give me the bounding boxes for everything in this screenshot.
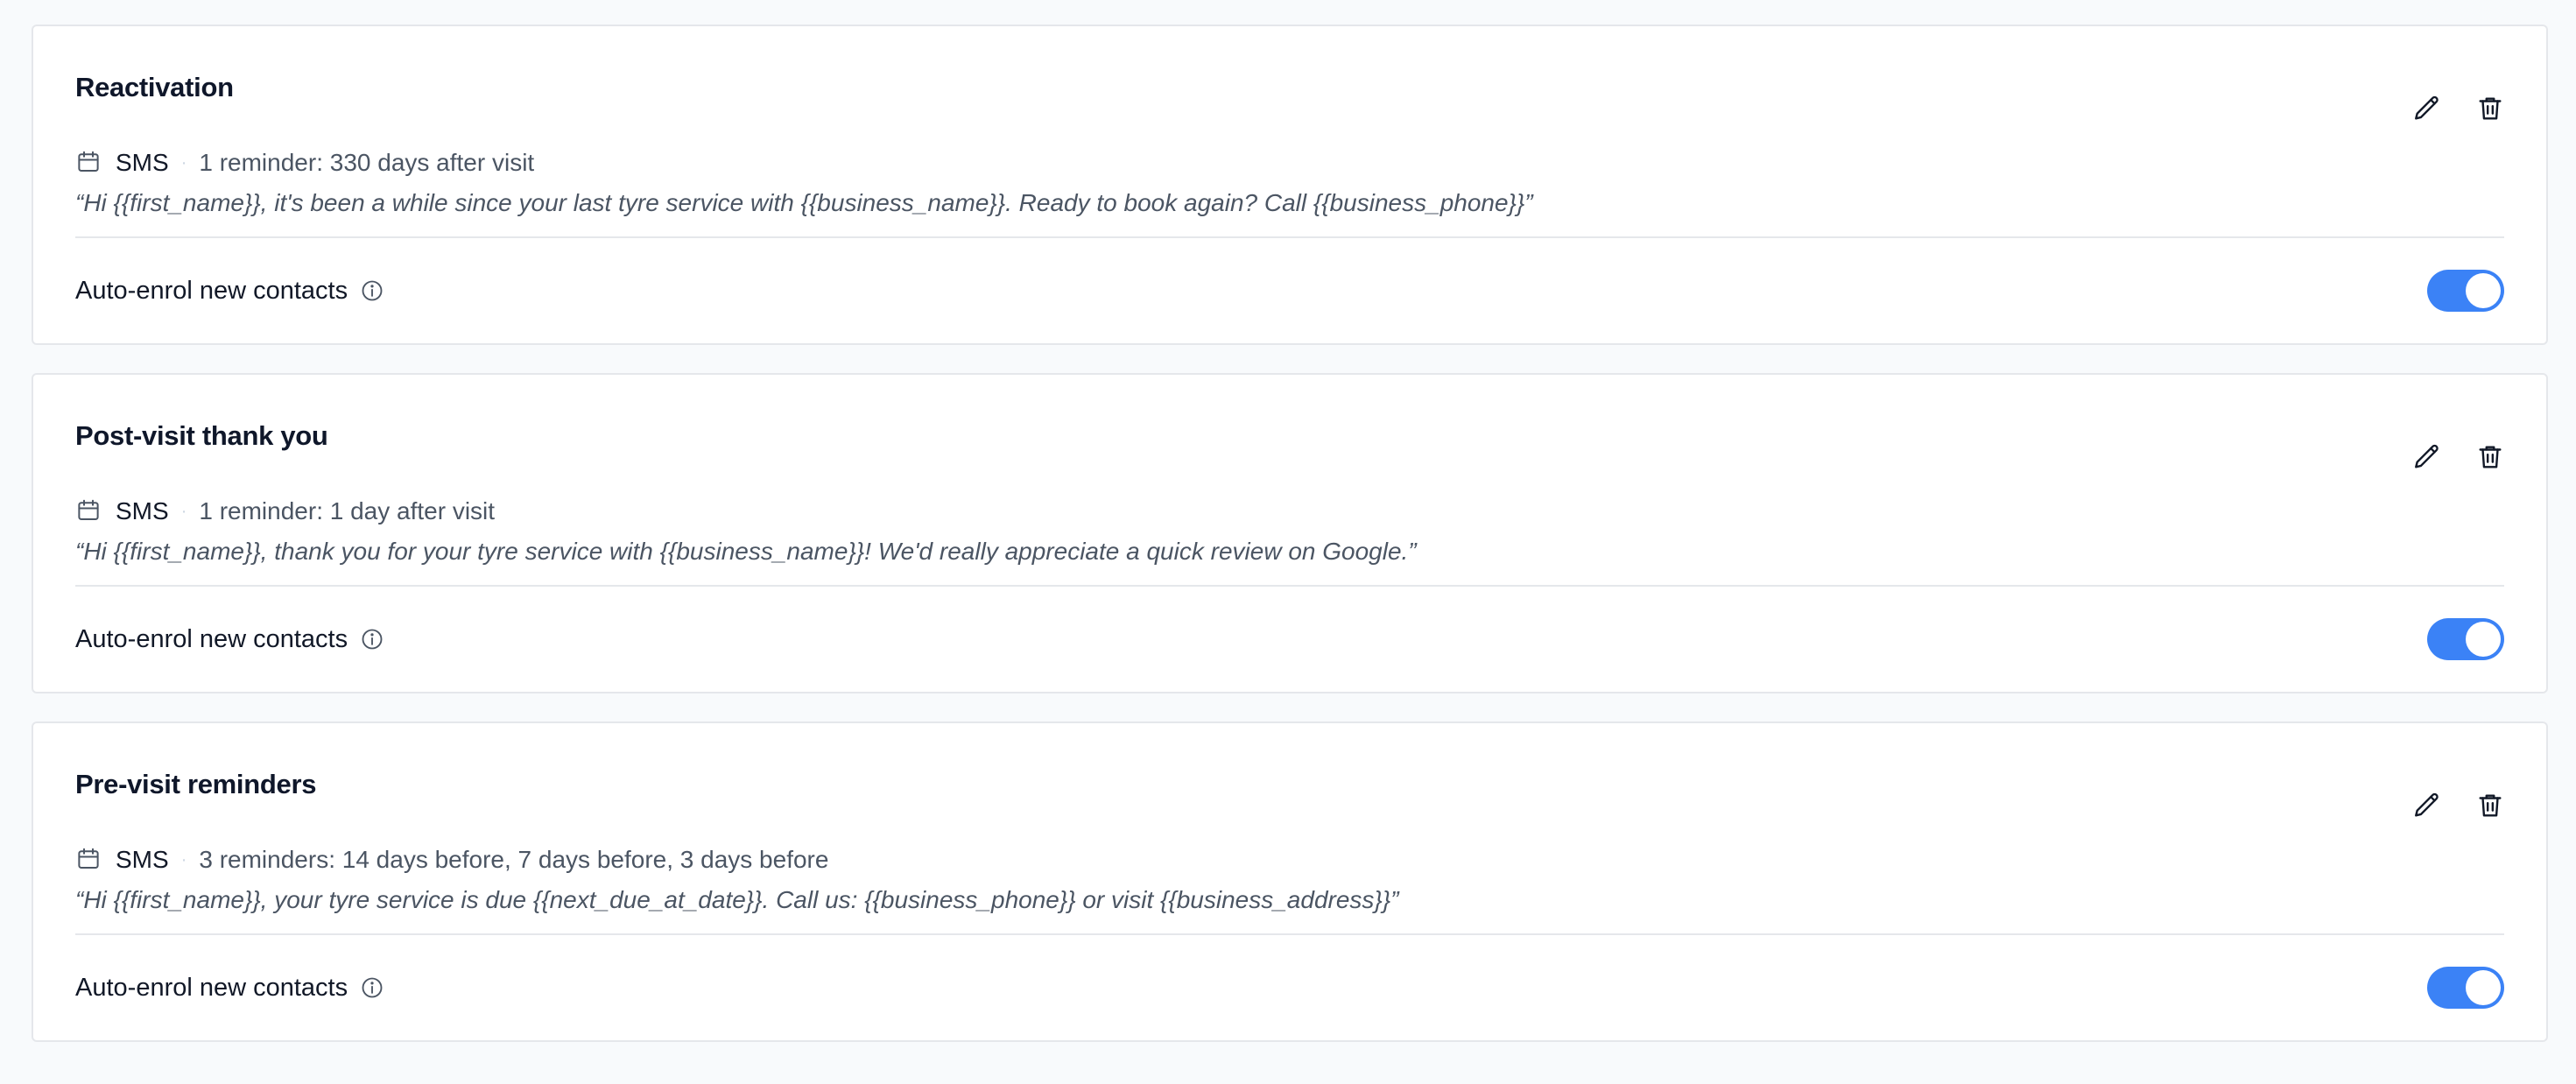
delete-button[interactable]	[2474, 93, 2506, 124]
card-actions	[2411, 790, 2506, 821]
info-icon[interactable]	[360, 278, 384, 303]
toggle-knob	[2466, 273, 2501, 308]
info-icon[interactable]	[360, 975, 384, 1000]
schedule-text: 1 reminder: 1 day after visit	[199, 497, 496, 524]
auto-enrol-label-group: Auto-enrol new contacts	[75, 974, 384, 1003]
auto-enrol-label-group: Auto-enrol new contacts	[75, 277, 384, 306]
message-preview: “Hi {{first_name}}, your tyre service is…	[75, 886, 1399, 913]
auto-enrol-toggle[interactable]	[2427, 618, 2504, 660]
auto-enrol-row: Auto-enrol new contacts	[75, 960, 2504, 1016]
auto-enrol-label: Auto-enrol new contacts	[75, 973, 348, 1002]
toggle-knob	[2466, 970, 2501, 1005]
calendar-icon	[75, 846, 103, 874]
campaign-card-reactivation: Reactivation SMS · 1 reminder: 330 days …	[32, 25, 2548, 345]
separator-dot: ·	[180, 849, 187, 869]
delete-button[interactable]	[2474, 790, 2506, 821]
trash-icon	[2479, 794, 2502, 817]
campaign-title: Post-visit thank you	[75, 420, 328, 451]
trash-icon	[2479, 97, 2502, 120]
auto-enrol-row: Auto-enrol new contacts	[75, 263, 2504, 319]
schedule-text: 3 reminders: 14 days before, 7 days befo…	[199, 846, 829, 873]
schedule-text: 1 reminder: 330 days after visit	[199, 149, 535, 176]
campaign-meta: SMS · 1 reminder: 330 days after visit	[75, 145, 534, 180]
auto-enrol-label: Auto-enrol new contacts	[75, 276, 348, 305]
auto-enrol-toggle[interactable]	[2427, 967, 2504, 1009]
channel-label: SMS	[116, 846, 169, 873]
card-actions	[2411, 93, 2506, 124]
edit-button[interactable]	[2411, 790, 2443, 821]
campaign-card-pre-visit: Pre-visit reminders SMS · 3 reminders: 1…	[32, 721, 2548, 1042]
campaign-meta: SMS · 1 reminder: 1 day after visit	[75, 494, 495, 529]
auto-enrol-label-group: Auto-enrol new contacts	[75, 625, 384, 654]
campaign-title: Reactivation	[75, 72, 234, 102]
edit-button[interactable]	[2411, 93, 2443, 124]
separator-dot: ·	[180, 501, 187, 521]
campaign-list: Reactivation SMS · 1 reminder: 330 days …	[0, 0, 2576, 1084]
divider	[75, 236, 2504, 238]
channel-label: SMS	[116, 497, 169, 524]
info-icon[interactable]	[360, 627, 384, 651]
separator-dot: ·	[180, 152, 187, 172]
message-preview: “Hi {{first_name}}, thank you for your t…	[75, 538, 1417, 565]
pencil-icon	[2415, 444, 2439, 468]
auto-enrol-toggle[interactable]	[2427, 270, 2504, 312]
calendar-icon	[75, 149, 103, 177]
divider	[75, 585, 2504, 587]
pencil-icon	[2415, 95, 2439, 120]
calendar-icon	[75, 497, 103, 525]
divider	[75, 933, 2504, 935]
campaign-title: Pre-visit reminders	[75, 769, 317, 799]
toggle-knob	[2466, 622, 2501, 657]
auto-enrol-label: Auto-enrol new contacts	[75, 624, 348, 653]
card-actions	[2411, 441, 2506, 473]
pencil-icon	[2415, 792, 2439, 817]
trash-icon	[2479, 446, 2502, 468]
campaign-card-post-visit: Post-visit thank you SMS · 1 reminder: 1…	[32, 373, 2548, 693]
auto-enrol-row: Auto-enrol new contacts	[75, 611, 2504, 667]
delete-button[interactable]	[2474, 441, 2506, 473]
channel-label: SMS	[116, 149, 169, 176]
campaign-meta: SMS · 3 reminders: 14 days before, 7 day…	[75, 842, 828, 877]
edit-button[interactable]	[2411, 441, 2443, 473]
message-preview: “Hi {{first_name}}, it's been a while si…	[75, 189, 1533, 216]
